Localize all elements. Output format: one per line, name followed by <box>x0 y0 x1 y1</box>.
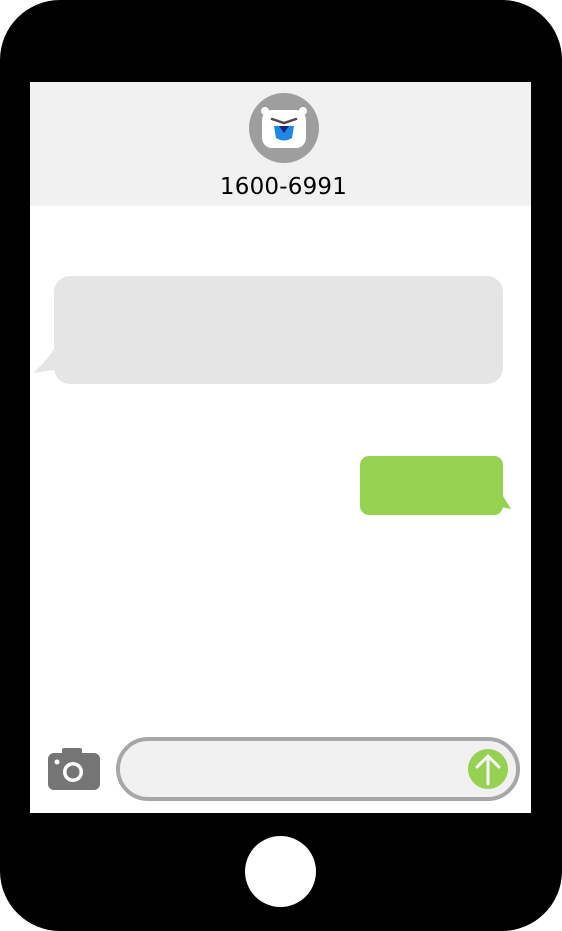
contact-avatar[interactable] <box>249 93 319 163</box>
camera-button[interactable] <box>48 748 102 791</box>
camera-icon <box>48 748 100 790</box>
outgoing-message-bubble[interactable] <box>360 456 503 515</box>
send-button[interactable] <box>465 746 511 792</box>
contact-name: 1600-6991 <box>219 174 348 200</box>
home-button[interactable] <box>245 836 316 907</box>
message-input[interactable] <box>138 749 462 791</box>
up-arrow-icon <box>468 749 508 789</box>
incoming-bubble-tail <box>33 339 61 373</box>
conversation-header: 1600-6991 <box>30 82 531 206</box>
outgoing-bubble-tail <box>495 482 511 509</box>
phone-frame: 1600-6991 <box>0 0 562 931</box>
polar-bear-icon <box>261 107 307 148</box>
message-input-field[interactable] <box>116 737 520 801</box>
incoming-message-bubble[interactable] <box>54 276 503 384</box>
message-screen: 1600-6991 <box>30 82 531 813</box>
